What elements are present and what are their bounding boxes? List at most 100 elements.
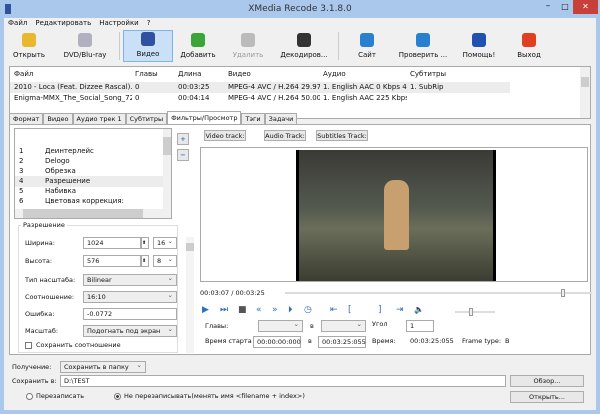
mark-in-icon[interactable]: [	[348, 305, 352, 315]
toolbar-button-0[interactable]: Открыть	[4, 30, 54, 62]
chapter-end-select[interactable]	[321, 319, 366, 332]
toolbar-button-8[interactable]: Помощь!	[454, 30, 504, 62]
folder-icon	[22, 33, 36, 47]
mark-out-icon[interactable]: ]	[378, 305, 382, 315]
tab-4[interactable]: Фильтры/Просмотр	[167, 111, 242, 124]
end-time-input[interactable]: 00:03:25:055	[318, 336, 366, 348]
start-time-input[interactable]: 00:00:00:000	[253, 336, 301, 348]
toolbar-button-3[interactable]: Добавить	[173, 30, 223, 62]
tab-6[interactable]: Задачи	[264, 113, 298, 124]
overwrite-radio[interactable]	[26, 393, 33, 400]
cell: 00:03:25	[178, 83, 210, 91]
toolbar-button-4[interactable]: Удалить	[223, 30, 273, 62]
time-display: 00:03:07 / 00:03:25	[200, 289, 265, 297]
globe-icon	[360, 33, 374, 47]
browse-button[interactable]: Обзор...	[510, 375, 584, 387]
cell: Видео	[228, 70, 251, 78]
no-overwrite-radio[interactable]	[114, 393, 121, 400]
video-frame	[296, 150, 496, 281]
toolbar-label: Декодиров...	[280, 51, 328, 59]
keep-ratio-checkbox[interactable]	[25, 342, 32, 349]
ratio-select[interactable]: 16:10	[83, 290, 177, 303]
filter-item[interactable]: 6 Цветовая коррекция:	[15, 196, 163, 207]
set-end-icon[interactable]: ⇥	[396, 305, 404, 315]
menu-file[interactable]: Файл	[8, 18, 27, 29]
menu-settings[interactable]: Настройки	[99, 18, 139, 29]
set-start-icon[interactable]: ⇤	[330, 305, 338, 315]
tab-5[interactable]: Тэги	[241, 113, 265, 124]
remove-filter-button[interactable]: −	[177, 149, 189, 161]
toolbar-separator	[119, 32, 120, 60]
cell: 2010 - Loca (Feat. Dizzee Rascal).mkv	[14, 83, 132, 91]
stop-icon[interactable]: ■	[238, 305, 247, 315]
save-path-input[interactable]: D:\TEST	[60, 375, 506, 387]
decoder-icon	[297, 33, 311, 47]
open-folder-button[interactable]: Открыть...	[510, 391, 584, 403]
file-list: Файл Главы Длина Видео Аудио Субтитры 2010 - L…	[9, 66, 591, 119]
toolbar-button-5[interactable]: Декодиров...	[273, 30, 335, 62]
close-button[interactable]: ✕	[573, 0, 598, 14]
width-spinner[interactable]: ⬍	[141, 237, 149, 249]
maximize-button[interactable]: □	[557, 0, 573, 14]
next-frame-icon[interactable]: ⏭	[220, 305, 228, 315]
step-forward-icon[interactable]: ⏵	[288, 305, 293, 315]
tab-2[interactable]: Аудио трек 1	[72, 113, 126, 124]
refresh-icon	[416, 33, 430, 47]
tab-3[interactable]: Субтитры	[125, 113, 168, 124]
tab-0[interactable]: Формат	[9, 113, 44, 124]
toolbar-button-6[interactable]: Сайт	[342, 30, 392, 62]
width-multiple-select[interactable]: 16	[153, 236, 177, 249]
duration-label: Время:	[372, 337, 396, 345]
filter-index: 6	[19, 197, 24, 205]
audio-track-button[interactable]: Audio Track:	[264, 130, 306, 141]
toolbar-label: Добавить	[180, 51, 216, 59]
chapter-start-select[interactable]	[258, 319, 303, 332]
fast-forward-icon[interactable]: »	[272, 305, 278, 315]
window-title: XMedia Recode 3.1.8.0	[248, 4, 352, 14]
cell: Файл	[14, 70, 34, 78]
error-input[interactable]: -0.0772	[83, 308, 177, 320]
tab-1[interactable]: Видео	[43, 113, 73, 124]
table-row[interactable]: 2010 - Loca (Feat. Dizzee Rascal).mkv0 00…	[10, 82, 510, 93]
chapters-label: Главы:	[205, 322, 229, 330]
start-time-label: Время старта	[205, 337, 252, 345]
toolbar-button-9[interactable]: Выход	[504, 30, 554, 62]
menu-edit[interactable]: Редактировать	[35, 18, 91, 29]
filter-list: 1 Деинтерлейс 2 Delogo 3 Обрезка 4 Разрешение 5 Н…	[14, 128, 172, 219]
video-track-button[interactable]: Video track:	[204, 130, 246, 141]
error-label: Ошибка:	[25, 310, 55, 318]
cell: 0	[135, 94, 140, 102]
toolbar-button-2[interactable]: Видео	[123, 30, 173, 62]
minimize-button[interactable]: –	[540, 0, 556, 14]
add-filter-button[interactable]: +	[177, 133, 189, 145]
volume-icon[interactable]: 🔈	[414, 305, 424, 314]
zoom-select[interactable]: Подогнать под экран	[83, 324, 177, 337]
filter-list-scrollbar[interactable]	[163, 129, 171, 209]
receive-label: Получение:	[12, 363, 52, 371]
volume-slider[interactable]	[455, 308, 495, 316]
table-row[interactable]: Enigma-MMX_The_Social_Song_720p...0 00:04…	[10, 93, 510, 104]
file-list-scrollbar[interactable]	[580, 67, 590, 118]
subtitles-track-button[interactable]: Subtitles Track:	[316, 130, 368, 141]
settings-scrollbar[interactable]	[186, 237, 194, 353]
cell: 1. English AAC 0 Kbps 48...	[323, 83, 407, 91]
angle-label: Угол	[372, 320, 388, 328]
rewind-icon[interactable]: «	[256, 305, 262, 315]
angle-input[interactable]: 1	[406, 320, 434, 332]
toolbar-button-7[interactable]: Проверить ...	[392, 30, 454, 62]
menu-help[interactable]: ?	[147, 18, 151, 29]
scale-type-label: Тип насштаба:	[25, 276, 76, 284]
receive-select[interactable]: Сохранить в папку	[60, 360, 146, 373]
play-icon[interactable]: ▶	[202, 305, 209, 315]
height-multiple-select[interactable]: 8	[153, 254, 177, 267]
width-input[interactable]: 1024	[83, 237, 141, 249]
filter-list-hscrollbar[interactable]	[15, 209, 171, 218]
scale-type-select[interactable]: Bilinear	[83, 273, 177, 286]
toolbar-button-1[interactable]: DVD/Blu-ray	[54, 30, 116, 62]
seek-slider[interactable]	[285, 289, 592, 297]
cell: Аудио	[323, 70, 346, 78]
height-spinner[interactable]: ⬍	[141, 255, 149, 267]
height-input[interactable]: 576	[83, 255, 141, 267]
client-area: Файл Редактировать Настройки ? Открыть DV…	[4, 18, 596, 410]
clock-icon[interactable]: ◷	[304, 305, 312, 315]
